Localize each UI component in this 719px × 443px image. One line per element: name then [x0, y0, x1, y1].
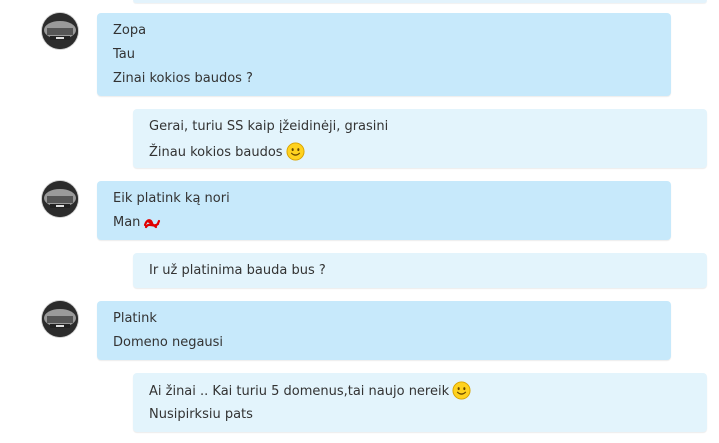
car-photo-icon: [42, 301, 78, 337]
incoming-message-bubble[interactable]: Zopa Tau Zinai kokios baudos ?: [97, 13, 671, 96]
outgoing-message-bubble[interactable]: Ir už platinima bauda bus ?: [133, 253, 707, 288]
message-text: Nusipirksiu pats: [149, 407, 253, 422]
message-text: Domeno negausi: [113, 335, 224, 350]
previous-message-bubble-edge: [133, 0, 707, 3]
message-text: Žinau kokios baudos: [149, 145, 283, 160]
message-text: Tau: [113, 47, 135, 62]
red-scribble-redaction: [144, 218, 161, 228]
contact-avatar[interactable]: [42, 13, 78, 49]
message-text: Ai žinai .. Kai turiu 5 domenus,tai nauj…: [149, 384, 450, 399]
message-text-row: Man: [113, 215, 161, 231]
outgoing-message-bubble[interactable]: Gerai, turiu SS kaip įžeidinėji, grasini…: [133, 109, 707, 168]
incoming-message-bubble[interactable]: Eik platink ką nori Man: [97, 181, 671, 240]
message-text-row: Žinau kokios baudos: [149, 142, 305, 161]
car-photo-icon: [42, 181, 78, 217]
car-photo-icon: [42, 13, 78, 49]
message-text: Man: [113, 215, 141, 230]
message-text: Zopa: [113, 23, 147, 38]
outgoing-message-bubble[interactable]: Ai žinai .. Kai turiu 5 domenus,tai nauj…: [133, 373, 707, 432]
message-text: Platink: [113, 311, 157, 326]
contact-avatar[interactable]: [42, 181, 78, 217]
message-text: Ir už platinima bauda bus ?: [149, 263, 326, 278]
smile-emoji-icon: [286, 142, 305, 161]
message-text: Zinai kokios baudos ?: [113, 71, 253, 86]
contact-avatar[interactable]: [42, 301, 78, 337]
incoming-message-bubble[interactable]: Platink Domeno negausi: [97, 301, 671, 360]
message-text: Eik platink ką nori: [113, 191, 230, 206]
smile-emoji-icon: [452, 381, 471, 400]
message-text-row: Ai žinai .. Kai turiu 5 domenus,tai nauj…: [149, 381, 471, 400]
message-text: Gerai, turiu SS kaip įžeidinėji, grasini: [149, 119, 389, 134]
